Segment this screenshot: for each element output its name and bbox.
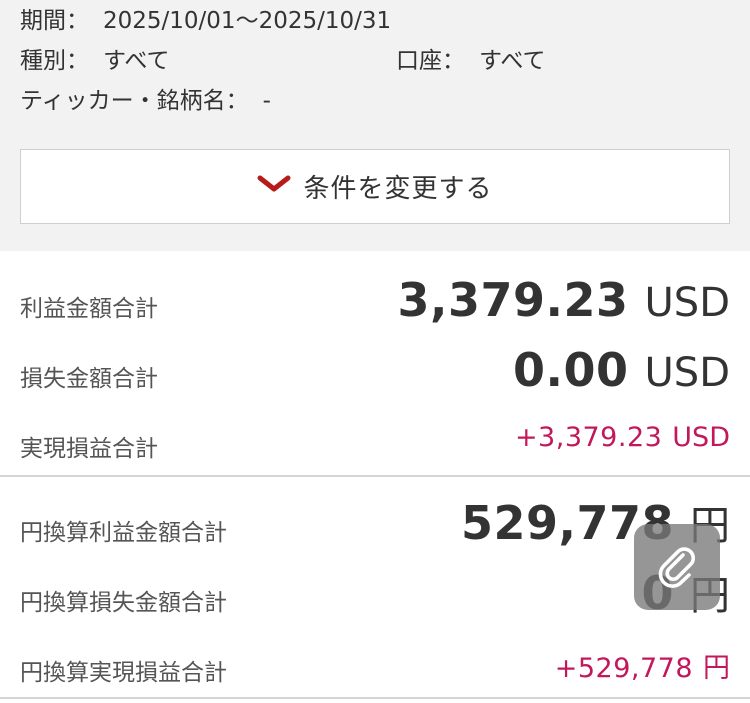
period-row: 期間： 2025/10/01〜2025/10/31 [20, 10, 391, 33]
jpy-realized-row: 円換算実現損益合計 +529,778 円 [0, 629, 750, 699]
jpy-realized-amount: +529,778 円 [555, 646, 730, 685]
ticker-value: - [262, 88, 271, 114]
type-value: すべて [103, 48, 170, 74]
usd-profit-unit: USD [644, 280, 730, 326]
account-value: すべて [479, 48, 546, 74]
period-label: 期間： [20, 8, 89, 34]
filter-panel: 期間： 2025/10/01〜2025/10/31 種別： すべて 口座： すべて テ… [0, 0, 750, 251]
ticker-label: ティッカー・銘柄名： [20, 88, 249, 114]
usd-loss-value: 0.00 [513, 343, 629, 397]
jpy-realized-label: 円換算実現損益合計 [20, 660, 227, 686]
period-value: 2025/10/01〜2025/10/31 [103, 8, 392, 34]
chevron-down-icon [257, 175, 291, 191]
usd-profit-value: 3,379.23 [397, 273, 629, 327]
usd-realized-amount: +3,379.23 USD [515, 422, 730, 453]
type-row: 種別： すべて [20, 50, 169, 73]
usd-profit-row: 利益金額合計 3,379.23 USD [0, 265, 750, 335]
usd-realized-value: +3,379.23 [514, 422, 663, 453]
usd-realized-unit: USD [672, 422, 730, 453]
jpy-realized-value: +529,778 [554, 653, 693, 684]
account-row: 口座： すべて [396, 50, 545, 73]
bottom-divider [0, 697, 750, 699]
paperclip-icon [658, 547, 695, 588]
ticker-row: ティッカー・銘柄名： - [20, 90, 271, 113]
usd-loss-amount: 0.00 USD [513, 343, 730, 397]
change-conditions-button[interactable]: 条件を変更する [20, 149, 730, 224]
jpy-realized-unit: 円 [703, 653, 730, 684]
section-divider [0, 475, 750, 477]
usd-loss-row: 損失金額合計 0.00 USD [0, 335, 750, 405]
usd-realized-row: 実現損益合計 +3,379.23 USD [0, 405, 750, 475]
change-conditions-label: 条件を変更する [303, 174, 493, 204]
usd-loss-label: 損失金額合計 [20, 366, 158, 392]
usd-profit-amount: 3,379.23 USD [398, 273, 730, 327]
usd-loss-unit: USD [644, 350, 730, 396]
account-label: 口座： [396, 48, 465, 74]
usd-profit-label: 利益金額合計 [20, 296, 158, 322]
paperclip-floating-button[interactable] [634, 524, 720, 610]
jpy-loss-label: 円換算損失金額合計 [20, 590, 227, 616]
usd-realized-label: 実現損益合計 [20, 436, 158, 462]
type-label: 種別： [20, 48, 89, 74]
jpy-profit-label: 円換算利益金額合計 [20, 520, 227, 546]
